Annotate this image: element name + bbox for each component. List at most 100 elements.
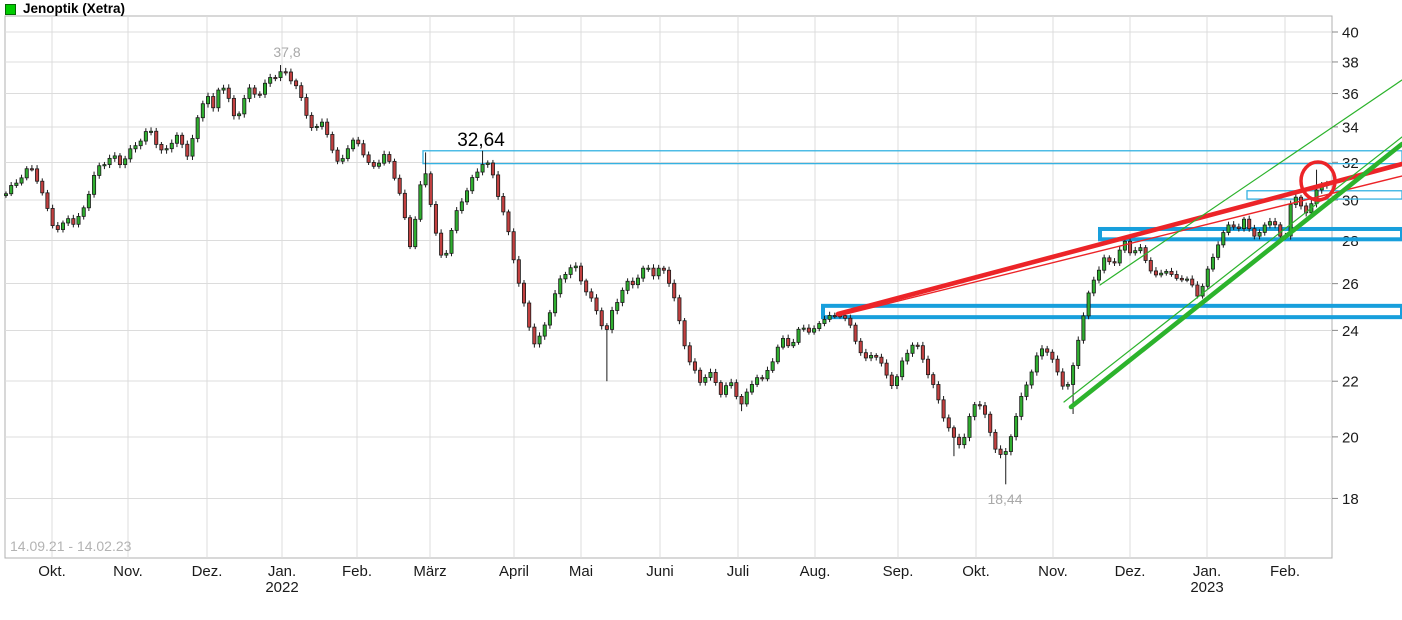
candle-body-down <box>356 139 361 145</box>
candle-body-down <box>734 382 739 397</box>
candle-body-down <box>309 114 314 129</box>
candle-body-up <box>1003 451 1008 455</box>
candle-body-down <box>677 297 682 322</box>
candle-body-down <box>252 87 257 95</box>
candle-body-down <box>1195 284 1200 297</box>
candle-body-down <box>50 208 55 227</box>
candle-body-down <box>957 436 962 446</box>
candle-body-up <box>1117 249 1122 264</box>
candle-body-up <box>869 355 874 359</box>
candle-body-up <box>1040 348 1045 357</box>
candle-body-down <box>325 121 330 135</box>
candle-body-up <box>703 377 708 383</box>
candle-body-down <box>117 155 122 166</box>
x-axis-month-label: Dez. <box>1115 563 1146 580</box>
candle-body-up <box>76 215 81 225</box>
candle-body-up <box>459 201 464 212</box>
candle-body-down <box>1060 371 1065 387</box>
candle-body-up <box>1185 278 1190 281</box>
candle-body-down <box>226 87 231 99</box>
candle-body-up <box>962 436 967 446</box>
y-axis-tick-label: 36 <box>1342 86 1359 103</box>
candle-body-down <box>832 315 837 318</box>
candle-body-up <box>900 360 905 378</box>
candle-body-up <box>444 252 449 256</box>
candle-body-up <box>319 121 324 127</box>
candle-body-up <box>454 210 459 231</box>
x-axis-month-label: Mai <box>569 563 593 580</box>
candle-body-up <box>340 158 345 162</box>
candle-body-up <box>138 140 143 147</box>
candle-body-down <box>630 280 635 286</box>
candle-body-down <box>858 340 863 354</box>
price-annotation: 18,44 <box>987 491 1022 507</box>
x-axis-month-label: Jan. <box>1193 563 1221 580</box>
y-axis-tick-label: 24 <box>1342 323 1359 340</box>
candle-body-down <box>713 372 718 383</box>
candle-body-up <box>382 154 387 164</box>
candle-body-down <box>936 384 941 401</box>
candle-body-down <box>299 85 304 98</box>
candle-body-up <box>1071 365 1076 385</box>
candle-body-down <box>806 327 811 333</box>
candle-body-down <box>884 362 889 376</box>
candlestick-chart-canvas[interactable]: 403836343230282624222018Okt. Nov. Dez. Jan.… <box>0 0 1402 620</box>
candle-body-down <box>1055 358 1060 373</box>
candle-body-up <box>1257 232 1262 237</box>
candle-body-down <box>946 417 951 429</box>
candle-body-up <box>1164 270 1169 274</box>
candle-body-up <box>1138 247 1143 252</box>
candle-body-up <box>1076 339 1081 366</box>
candle-body-up <box>646 267 651 270</box>
candle-body-down <box>1273 221 1278 226</box>
candle-body-down <box>786 338 791 347</box>
candle-body-down <box>578 265 583 282</box>
x-axis-month-label: Nov. <box>1038 563 1068 580</box>
x-axis-month-label: Nov. <box>113 563 143 580</box>
candle-body-up <box>102 164 107 167</box>
candle-body-down <box>154 130 159 145</box>
candle-body-up <box>563 274 568 280</box>
candle-body-down <box>490 162 495 176</box>
candle-body-down <box>951 427 956 438</box>
candle-body-up <box>1226 224 1231 233</box>
candle-body-up <box>19 177 24 184</box>
candle-body-down <box>511 231 516 261</box>
candle-body-up <box>1102 257 1107 271</box>
candle-body-up <box>1086 292 1091 317</box>
x-axis-month-label: Sep. <box>883 563 914 580</box>
candle-body-down <box>604 325 609 330</box>
y-axis-tick-label: 34 <box>1342 119 1359 136</box>
candle-body-up <box>755 377 760 385</box>
candle-body-up <box>66 218 71 224</box>
candle-body-down <box>273 77 278 80</box>
candle-body-down <box>397 177 402 194</box>
candle-body-up <box>1024 384 1029 397</box>
x-axis-month-label: Jan. <box>268 563 296 580</box>
candle-body-up <box>470 177 475 192</box>
candle-body-up <box>174 134 179 144</box>
candle-body-down <box>1236 226 1241 229</box>
stock-chart-window: Jenoptik (Xetra) 40 38 36 34 32 30 28 26 24 22 20 1… <box>0 0 1402 620</box>
candle-body-up <box>615 302 620 311</box>
candle-body-up <box>1159 272 1164 276</box>
candle-body-up <box>268 77 273 84</box>
x-axis-month-label: Okt. <box>38 563 66 580</box>
candle-body-down <box>211 96 216 109</box>
candle-body-down <box>516 259 521 284</box>
candle-body-down <box>863 352 868 359</box>
candle-body-down <box>760 377 765 380</box>
candle-body-up <box>635 277 640 286</box>
candle-body-down <box>687 345 692 363</box>
candle-body-down <box>433 204 438 234</box>
candle-body-down <box>408 217 413 248</box>
x-axis-month-label: Feb. <box>1270 563 1300 580</box>
candle-body-down <box>71 218 76 225</box>
candle-body-down <box>692 361 697 371</box>
candle-body-down <box>661 267 666 271</box>
candle-body-down <box>682 320 687 347</box>
candle-body-down <box>848 317 853 326</box>
candle-body-down <box>920 345 925 360</box>
x-axis-month-label: April <box>499 563 529 580</box>
candle-body-down <box>288 71 293 82</box>
